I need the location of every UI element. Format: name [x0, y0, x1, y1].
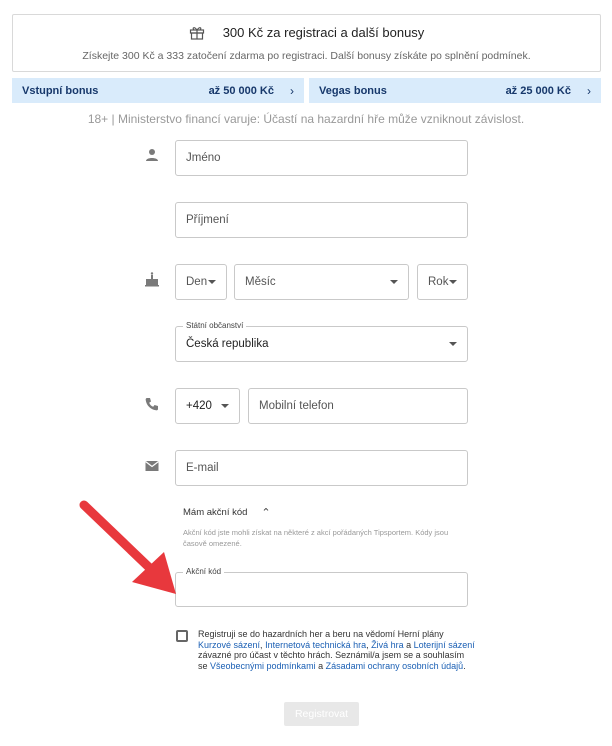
promo-code-field[interactable]: Akční kód: [175, 567, 468, 607]
birth-year-placeholder: Rok: [428, 276, 449, 288]
terms-text: Registruji se do hazardních her a beru n…: [198, 629, 476, 671]
link-ziva-hra[interactable]: Živá hra: [371, 640, 404, 650]
bonus-button-vegas[interactable]: Vegas bonus až 25 000 Kč ›: [309, 78, 601, 103]
mobile-phone-placeholder: Mobilní telefon: [259, 400, 334, 412]
dropdown-caret-icon: [208, 280, 216, 284]
phone-prefix-value: +420: [186, 400, 212, 412]
promo-code-toggle[interactable]: Mám akční kód ⌃: [183, 506, 271, 519]
dropdown-caret-icon: [390, 280, 398, 284]
terms-text-part: .: [463, 660, 466, 671]
bonus-amount: až 50 000 Kč: [208, 84, 274, 97]
terms-checkbox[interactable]: [176, 630, 188, 642]
birth-day-select[interactable]: Den: [175, 264, 227, 300]
dropdown-caret-icon: [449, 280, 457, 284]
dropdown-caret-icon: [221, 404, 229, 408]
terms-text-part: a: [403, 639, 414, 650]
last-name-placeholder: Příjmení: [186, 214, 229, 226]
email-field[interactable]: E-mail: [175, 450, 468, 486]
bonus-name: Vegas bonus: [319, 84, 387, 97]
phone-icon: [144, 396, 160, 412]
promo-subtitle: Získejte 300 Kč a 333 zatočení zdarma po…: [82, 50, 531, 62]
first-name-placeholder: Jméno: [186, 152, 221, 164]
link-vseobecne-podminky[interactable]: Všeobecnými podmínkami: [210, 661, 316, 671]
first-name-field[interactable]: Jméno: [175, 140, 468, 176]
birth-year-select[interactable]: Rok: [417, 264, 468, 300]
phone-prefix-select[interactable]: +420: [175, 388, 240, 424]
gambling-warning: 18+ | Ministerstvo financí varuje: Účast…: [87, 112, 525, 126]
link-zasady-ochrany[interactable]: Zásadami ochrany osobních údajů: [326, 661, 464, 671]
birth-month-placeholder: Měsíc: [245, 276, 276, 288]
register-button[interactable]: Registrovat: [284, 702, 359, 726]
email-placeholder: E-mail: [186, 462, 219, 474]
dropdown-caret-icon: [449, 342, 457, 346]
cake-icon: [144, 271, 160, 287]
last-name-field[interactable]: Příjmení: [175, 202, 468, 238]
promo-code-toggle-label: Mám akční kód: [183, 507, 248, 518]
link-loterijni-sazeni[interactable]: Loterijní sázení: [414, 640, 475, 650]
bonus-amount: až 25 000 Kč: [505, 84, 571, 97]
chevron-right-icon: ›: [587, 83, 591, 98]
birth-day-placeholder: Den: [186, 276, 208, 288]
chevron-right-icon: ›: [290, 83, 294, 98]
promo-banner: 300 Kč za registraci a další bonusy Získ…: [12, 14, 601, 72]
bonus-name: Vstupní bonus: [22, 84, 99, 97]
link-internetova-hra[interactable]: Internetová technická hra: [265, 640, 366, 650]
link-kurzove-sazeni[interactable]: Kurzové sázení: [198, 640, 260, 650]
birth-month-select[interactable]: Měsíc: [234, 264, 409, 300]
citizenship-label: Státní občanství: [183, 321, 247, 330]
promo-code-help: Akční kód jste mohli získat na některé z…: [183, 528, 449, 548]
citizenship-select[interactable]: Státní občanství Česká republika: [175, 321, 468, 362]
chevron-up-icon: ⌃: [261, 507, 271, 519]
promo-code-label: Akční kód: [183, 567, 225, 576]
terms-text-part: Registruji se do hazardních her a beru n…: [198, 629, 444, 639]
mail-icon: [144, 458, 160, 474]
bonus-button-vstupni[interactable]: Vstupní bonus až 50 000 Kč ›: [12, 78, 304, 103]
person-icon: [144, 147, 160, 163]
citizenship-value: Česká republika: [186, 338, 269, 350]
mobile-phone-field[interactable]: Mobilní telefon: [248, 388, 468, 424]
terms-text-part: a: [315, 660, 326, 671]
gift-icon: [189, 25, 205, 43]
promo-title: 300 Kč za registraci a další bonusy: [222, 25, 425, 40]
